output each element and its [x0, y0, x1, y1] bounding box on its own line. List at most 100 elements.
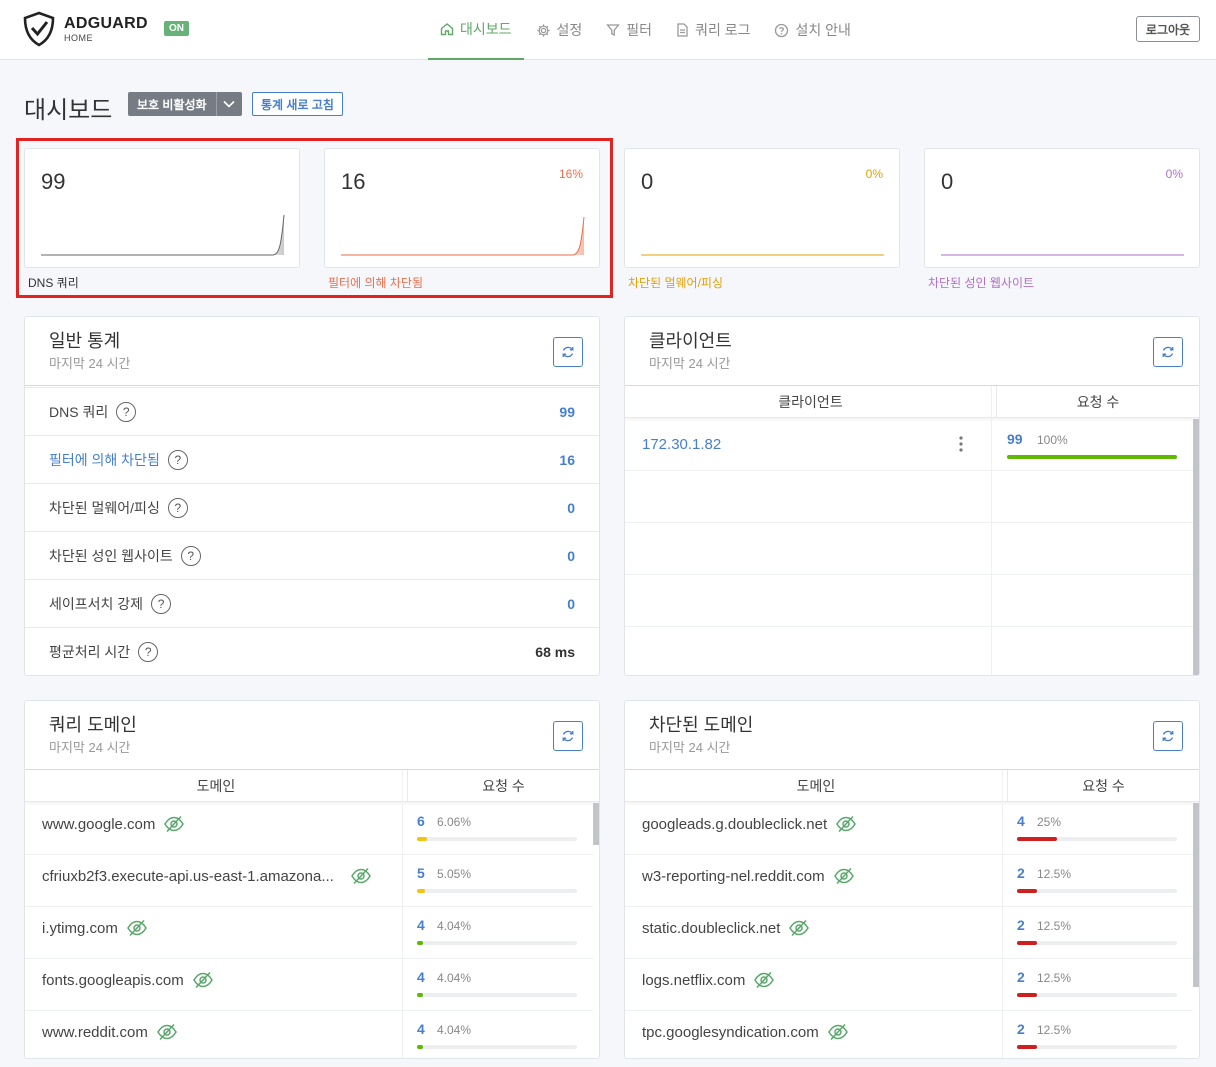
- eye-off-icon[interactable]: [126, 919, 148, 937]
- more-vertical-icon[interactable]: [958, 435, 964, 453]
- document-icon: [677, 23, 688, 37]
- col-client[interactable]: 클라이언트: [625, 386, 997, 417]
- stat-label-dns: DNS 쿼리: [28, 276, 79, 290]
- domain-link[interactable]: www.google.com: [42, 816, 155, 833]
- protection-dropdown-button[interactable]: [215, 92, 242, 116]
- eye-off-icon[interactable]: [350, 867, 372, 885]
- nav-settings[interactable]: 설정: [524, 0, 595, 60]
- eye-off-icon[interactable]: [163, 815, 185, 833]
- gs-row-malware: 차단된 멀웨어/피싱? 0: [25, 483, 599, 531]
- stat-value: 16: [341, 169, 366, 194]
- logo-sub: HOME: [64, 32, 93, 43]
- nav-settings-label: 설정: [556, 22, 583, 38]
- progress-fill: [1017, 993, 1037, 997]
- eye-off-icon[interactable]: [753, 971, 775, 989]
- col-domain[interactable]: 도메인: [25, 770, 408, 801]
- refresh-button[interactable]: [1153, 721, 1183, 751]
- gs-label: 평균처리 시간: [49, 643, 131, 660]
- nav-query-log-label: 쿼리 로그: [695, 22, 751, 38]
- stat-percent: 16%: [558, 167, 583, 181]
- client-ip-link[interactable]: 172.30.1.82: [642, 436, 721, 453]
- refresh-button[interactable]: [553, 337, 583, 367]
- table-row: static.doubleclick.net 2 12.5%: [625, 907, 1193, 959]
- gs-value: 99: [559, 403, 575, 420]
- col-requests[interactable]: 요청 수: [997, 386, 1199, 417]
- help-icon[interactable]: ?: [167, 449, 188, 470]
- disable-protection-button[interactable]: 보호 비활성화: [128, 92, 216, 116]
- request-percent: 100%: [1037, 433, 1068, 447]
- request-percent: 4.04%: [437, 919, 472, 933]
- domain-link[interactable]: www.reddit.com: [42, 1024, 148, 1041]
- stat-value: 99: [41, 169, 66, 194]
- request-count: 4: [417, 969, 425, 985]
- stat-label-malware: 차단된 멀웨어/피싱: [628, 276, 723, 290]
- eye-off-icon[interactable]: [827, 1023, 849, 1041]
- eye-off-icon[interactable]: [156, 1023, 178, 1041]
- col-requests[interactable]: 요청 수: [1008, 770, 1199, 801]
- domain-link[interactable]: cfriuxb2f3.execute-api.us-east-1.amazona…: [42, 868, 334, 885]
- nav-dashboard[interactable]: 대시보드: [428, 0, 524, 60]
- stat-card-adult[interactable]: 0 0%: [924, 148, 1200, 268]
- domain-link[interactable]: i.ytimg.com: [42, 920, 118, 937]
- main-nav: 대시보드 설정 필터 쿼리 로그 설치 안내: [428, 0, 863, 60]
- logout-button[interactable]: 로그아웃: [1136, 16, 1200, 42]
- progress-fill: [417, 837, 427, 841]
- panel-title: 클라이언트: [649, 331, 732, 351]
- stat-card-blocked-filters[interactable]: 16 16%: [324, 148, 600, 268]
- panel-title: 쿼리 도메인: [49, 715, 137, 735]
- refresh-stats-button[interactable]: 통계 새로 고침: [252, 92, 343, 116]
- domain-link[interactable]: tpc.googlesyndication.com: [642, 1024, 819, 1041]
- progress-fill: [417, 941, 424, 945]
- gs-value: 68 ms: [535, 643, 575, 660]
- stat-value: 0: [641, 169, 654, 194]
- help-icon[interactable]: ?: [116, 401, 137, 422]
- help-icon[interactable]: ?: [167, 497, 188, 518]
- stat-label-adult: 차단된 성인 웹사이트: [928, 276, 1035, 290]
- refresh-button[interactable]: [553, 721, 583, 751]
- refresh-button[interactable]: [1153, 337, 1183, 367]
- request-percent: 4.04%: [437, 971, 472, 985]
- scrollbar[interactable]: [1193, 803, 1199, 987]
- stat-card-dns-queries[interactable]: 99: [24, 148, 300, 268]
- panel-subtitle: 마지막 24 시간: [49, 740, 131, 755]
- scrollbar[interactable]: [593, 803, 599, 845]
- request-percent: 5.05%: [437, 867, 472, 881]
- domain-link[interactable]: googleads.g.doubleclick.net: [642, 816, 827, 833]
- table-header: 도메인 요청 수: [25, 770, 599, 802]
- help-icon[interactable]: ?: [138, 641, 159, 662]
- stat-value: 0: [941, 169, 954, 194]
- domain-link[interactable]: static.doubleclick.net: [642, 920, 780, 937]
- gs-row-blocked: 필터에 의해 차단됨? 16: [25, 435, 599, 483]
- nav-query-log[interactable]: 쿼리 로그: [664, 0, 762, 60]
- help-icon[interactable]: ?: [151, 593, 172, 614]
- stat-card-malware[interactable]: 0 0%: [624, 148, 900, 268]
- progress-fill: [417, 889, 426, 893]
- domain-link[interactable]: fonts.googleapis.com: [42, 972, 184, 989]
- adguard-logo[interactable]: ADGUARD HOME: [22, 11, 148, 47]
- progress-bar: [417, 837, 577, 841]
- col-requests[interactable]: 요청 수: [408, 770, 599, 801]
- refresh-icon: [1162, 730, 1174, 742]
- domain-link[interactable]: w3-reporting-nel.reddit.com: [642, 868, 825, 885]
- eye-off-icon[interactable]: [192, 971, 214, 989]
- progress-bar: [1017, 837, 1177, 841]
- request-count: 2: [1017, 1021, 1025, 1037]
- nav-filters[interactable]: 필터: [594, 0, 664, 60]
- scrollbar[interactable]: [1193, 419, 1199, 675]
- gs-value: 0: [567, 595, 575, 612]
- help-icon[interactable]: ?: [180, 545, 201, 566]
- nav-setup-guide[interactable]: 설치 안내: [762, 0, 862, 60]
- progress-fill: [1017, 941, 1037, 945]
- eye-off-icon[interactable]: [833, 867, 855, 885]
- eye-off-icon[interactable]: [835, 815, 857, 833]
- refresh-icon: [562, 346, 574, 358]
- request-count: 6: [417, 813, 425, 829]
- request-percent: 12.5%: [1037, 919, 1072, 933]
- eye-off-icon[interactable]: [788, 919, 810, 937]
- gs-row-adult: 차단된 성인 웹사이트? 0: [25, 531, 599, 579]
- progress-fill: [417, 993, 424, 997]
- domain-link[interactable]: logs.netflix.com: [642, 972, 745, 989]
- gs-label-link[interactable]: 필터에 의해 차단됨: [49, 450, 160, 470]
- col-domain[interactable]: 도메인: [625, 770, 1008, 801]
- request-count: 2: [1017, 917, 1025, 933]
